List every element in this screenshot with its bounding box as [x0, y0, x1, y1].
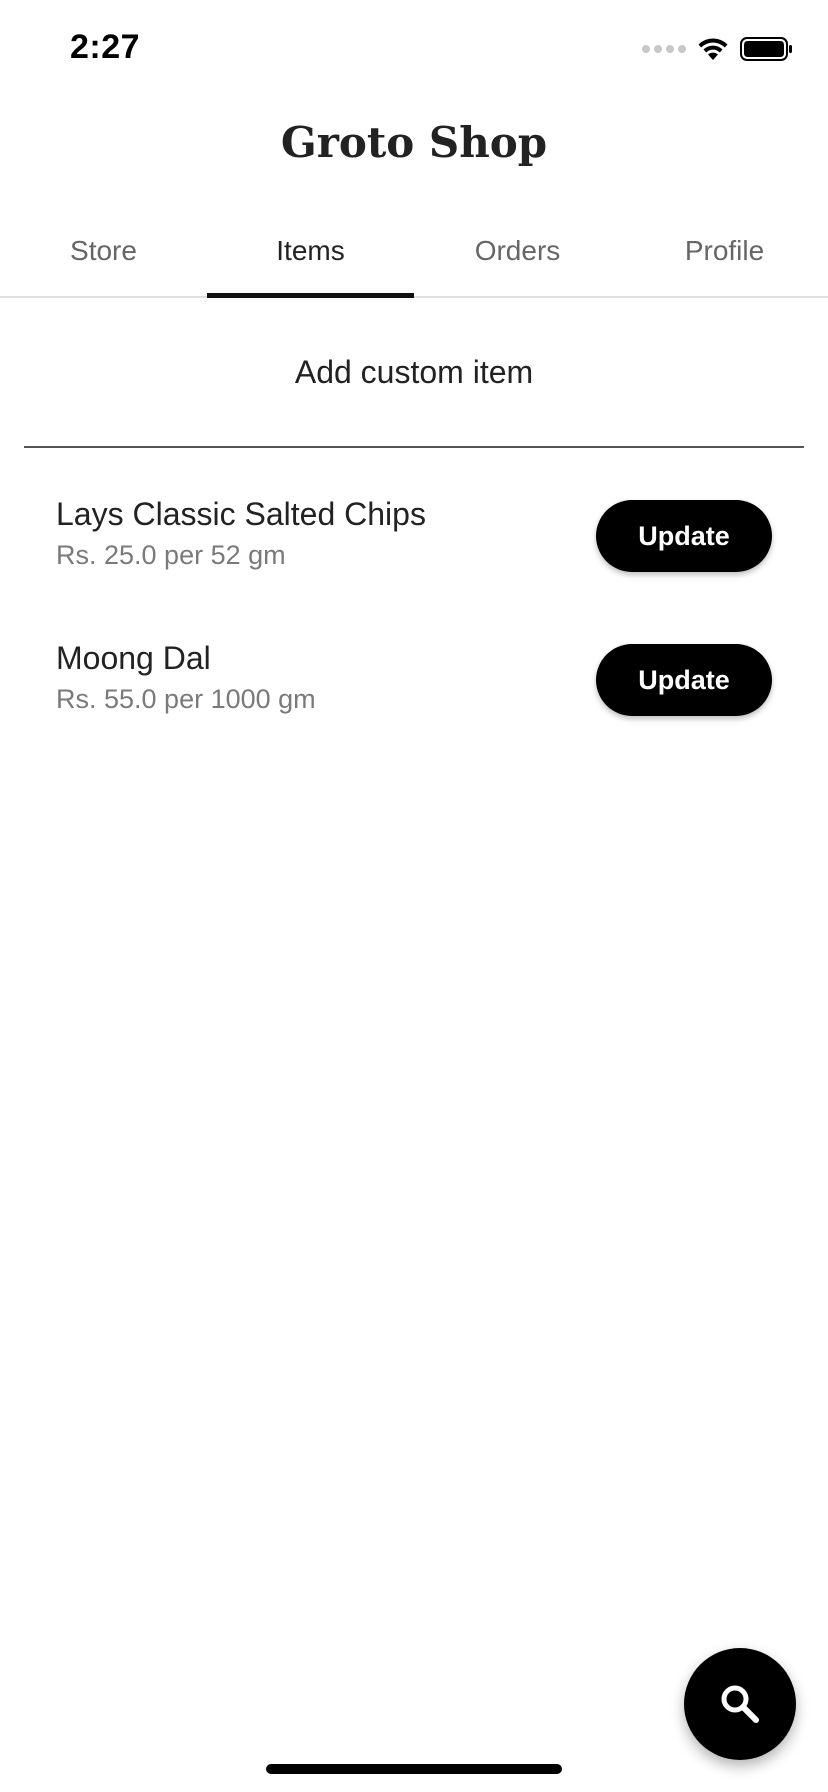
status-icons [642, 34, 794, 64]
list-item: Moong Dal Rs. 55.0 per 1000 gm Update [0, 614, 828, 758]
add-custom-item-label: Add custom item [294, 353, 534, 390]
item-name: Lays Classic Salted Chips [56, 496, 426, 532]
update-button[interactable]: Update [596, 500, 772, 572]
tab-bar: Store Items Orders Profile [0, 206, 828, 298]
app-title: Groto Shop [280, 118, 548, 167]
battery-icon [740, 37, 792, 61]
wifi-icon [698, 38, 728, 60]
item-name: Moong Dal [56, 640, 211, 676]
update-button[interactable]: Update [596, 644, 772, 716]
tab-items[interactable]: Items [207, 206, 414, 298]
tab-store[interactable]: Store [0, 206, 207, 296]
status-bar: 2:27 [0, 0, 828, 100]
item-price: Rs. 25.0 per 52 gm [56, 540, 286, 570]
search-fab-button[interactable] [684, 1648, 796, 1760]
item-price: Rs. 55.0 per 1000 gm [56, 684, 316, 714]
cellular-signal-icon [642, 45, 686, 53]
item-list: Lays Classic Salted Chips Rs. 25.0 per 5… [0, 470, 828, 758]
home-indicator[interactable] [266, 1764, 562, 1774]
add-custom-item-button[interactable]: Add custom item [24, 298, 804, 448]
list-item: Lays Classic Salted Chips Rs. 25.0 per 5… [0, 470, 828, 614]
status-time: 2:27 [70, 28, 141, 66]
search-icon [721, 1685, 759, 1723]
tab-orders[interactable]: Orders [414, 206, 621, 296]
tab-profile[interactable]: Profile [621, 206, 828, 296]
